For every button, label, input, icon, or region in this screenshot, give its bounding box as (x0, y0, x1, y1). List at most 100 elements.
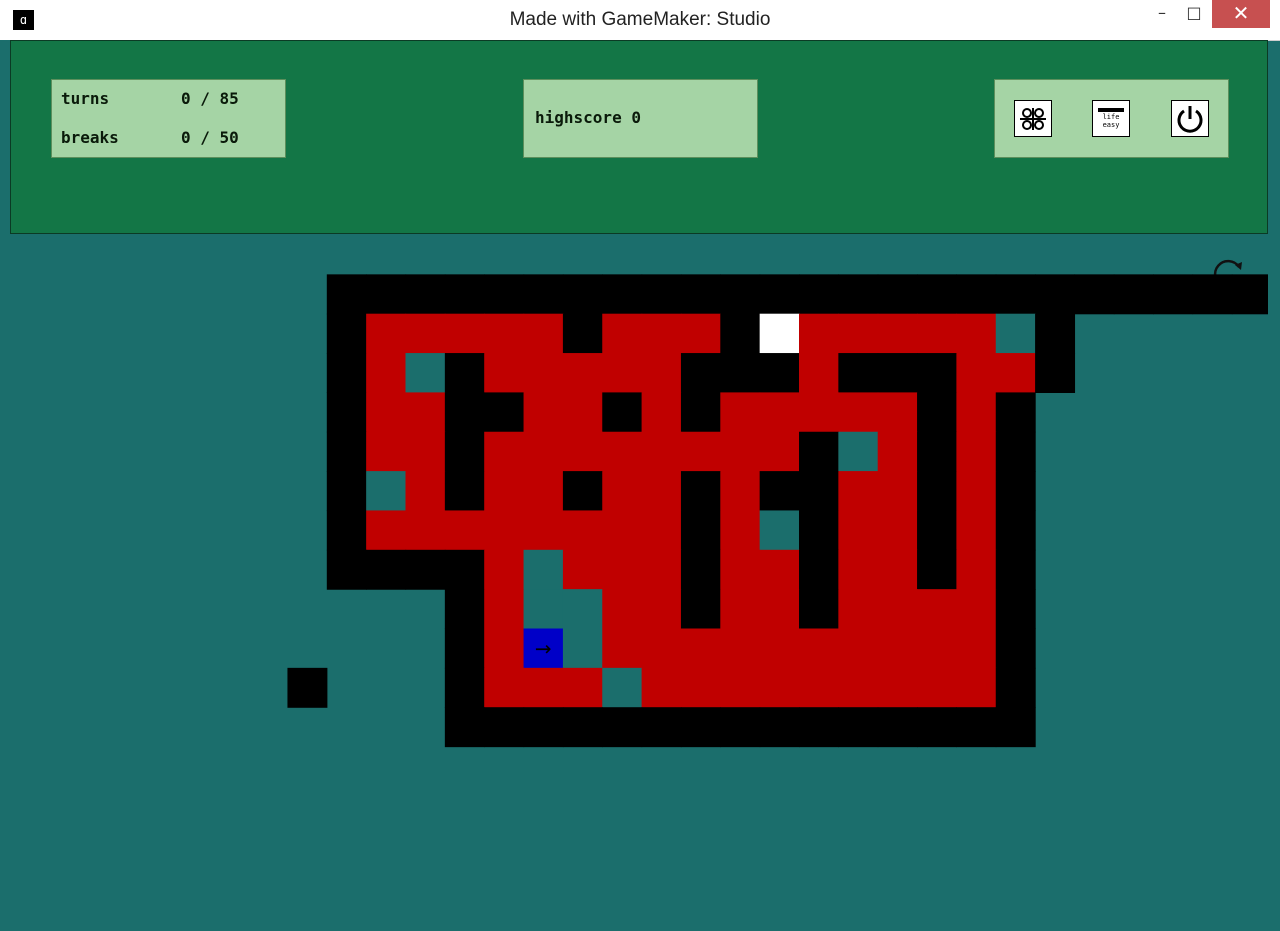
tile-teal (995, 313, 1036, 354)
tile-floor (641, 549, 682, 590)
tile-wall (326, 353, 367, 393)
breaks-row: breaks 0 / 50 (61, 128, 239, 148)
tile-floor (917, 313, 957, 354)
tile-wall (759, 353, 800, 393)
tile-wall (838, 707, 879, 748)
tile-wall (1074, 274, 1115, 315)
turns-value: 0 / 85 (181, 89, 239, 108)
controls-button[interactable] (1014, 100, 1052, 137)
tile-wall (326, 471, 367, 512)
tile-teal (562, 628, 603, 669)
tile-wall (326, 510, 367, 551)
tile-floor (641, 353, 682, 393)
controls-icon (1020, 107, 1046, 130)
tile-teal (562, 589, 603, 630)
tile-floor (523, 392, 564, 433)
tile-floor (956, 392, 997, 433)
tile-floor (405, 471, 446, 512)
tile-floor (956, 471, 997, 512)
tile-floor (641, 589, 682, 630)
tile-floor (680, 313, 721, 354)
tile-floor (720, 589, 761, 630)
tile-wall (995, 510, 1036, 551)
tile-wall (484, 392, 525, 433)
tile-floor (641, 392, 682, 433)
maximize-button[interactable]: □ (1180, 0, 1208, 28)
tile-wall (956, 707, 997, 748)
tile-floor (877, 313, 918, 354)
window-title: Made with GameMaker: Studio (509, 9, 771, 30)
tile-wall (326, 313, 367, 354)
tile-floor (956, 628, 997, 669)
tile-floor (602, 313, 643, 354)
tile-floor (720, 510, 761, 551)
tile-wall (917, 274, 957, 315)
tile-wall (799, 707, 839, 748)
tile-floor (366, 431, 407, 472)
tile-floor (917, 589, 957, 630)
tile-floor (562, 392, 603, 433)
tile-wall (444, 549, 485, 590)
tile-floor (562, 510, 603, 551)
tile-floor (523, 471, 564, 512)
tile-floor (877, 431, 918, 472)
tile-floor (799, 353, 839, 393)
tile-wall (799, 549, 839, 590)
tile-wall (444, 431, 485, 472)
tile-wall (641, 707, 682, 748)
window-titlebar: ɑ Made with GameMaker: Studio – □ ✕ (0, 0, 1280, 41)
tile-floor (484, 667, 525, 708)
tile-wall (995, 589, 1036, 630)
minimize-button[interactable]: – (1148, 0, 1176, 28)
tile-wall (995, 667, 1036, 708)
breaks-label: breaks (61, 128, 119, 147)
tile-floor (641, 510, 682, 551)
tile-floor (484, 628, 525, 669)
breaks-value: 0 / 50 (181, 128, 239, 147)
tile-wall (680, 549, 721, 590)
tile-floor (602, 431, 643, 472)
tile-wall (484, 707, 525, 748)
power-button[interactable] (1171, 100, 1209, 137)
tile-wall (562, 313, 603, 354)
tile-floor (838, 628, 879, 669)
close-button[interactable]: ✕ (1212, 0, 1270, 28)
tile-floor (484, 589, 525, 630)
tile-floor (956, 589, 997, 630)
tile-wall (799, 471, 839, 512)
tile-floor (444, 510, 485, 551)
tile-wall (720, 353, 761, 393)
tile-floor (366, 392, 407, 433)
tile-floor (562, 353, 603, 393)
tile-floor (956, 510, 997, 551)
tile-floor (956, 353, 997, 393)
tile-wall (602, 707, 643, 748)
tile-wall (995, 549, 1036, 590)
tile-floor (956, 431, 997, 472)
tile-floor (484, 471, 525, 512)
tile-floor (838, 667, 879, 708)
tile-wall (838, 353, 879, 393)
tile-floor (484, 353, 525, 393)
tile-floor (877, 510, 918, 551)
turns-label: turns (61, 89, 110, 108)
tile-wall (680, 707, 721, 748)
tile-floor (602, 589, 643, 630)
tile-floor (838, 589, 879, 630)
highscore-row: highscore 0 (535, 108, 641, 128)
life-easy-button[interactable]: life easy (1092, 100, 1130, 137)
tile-wall (877, 274, 918, 315)
tile-floor (405, 313, 446, 354)
tile-wall (562, 707, 603, 748)
tile-floor (405, 392, 446, 433)
tile-wall (326, 274, 367, 315)
tile-floor (523, 353, 564, 393)
tile-floor (799, 628, 839, 669)
tile-wall (1153, 274, 1194, 315)
tile-wall (444, 589, 485, 630)
tile-floor (484, 549, 525, 590)
tile-wall (562, 274, 603, 315)
life-text: life (1102, 113, 1120, 121)
tile-wall (917, 431, 957, 472)
tile-floor (602, 628, 643, 669)
